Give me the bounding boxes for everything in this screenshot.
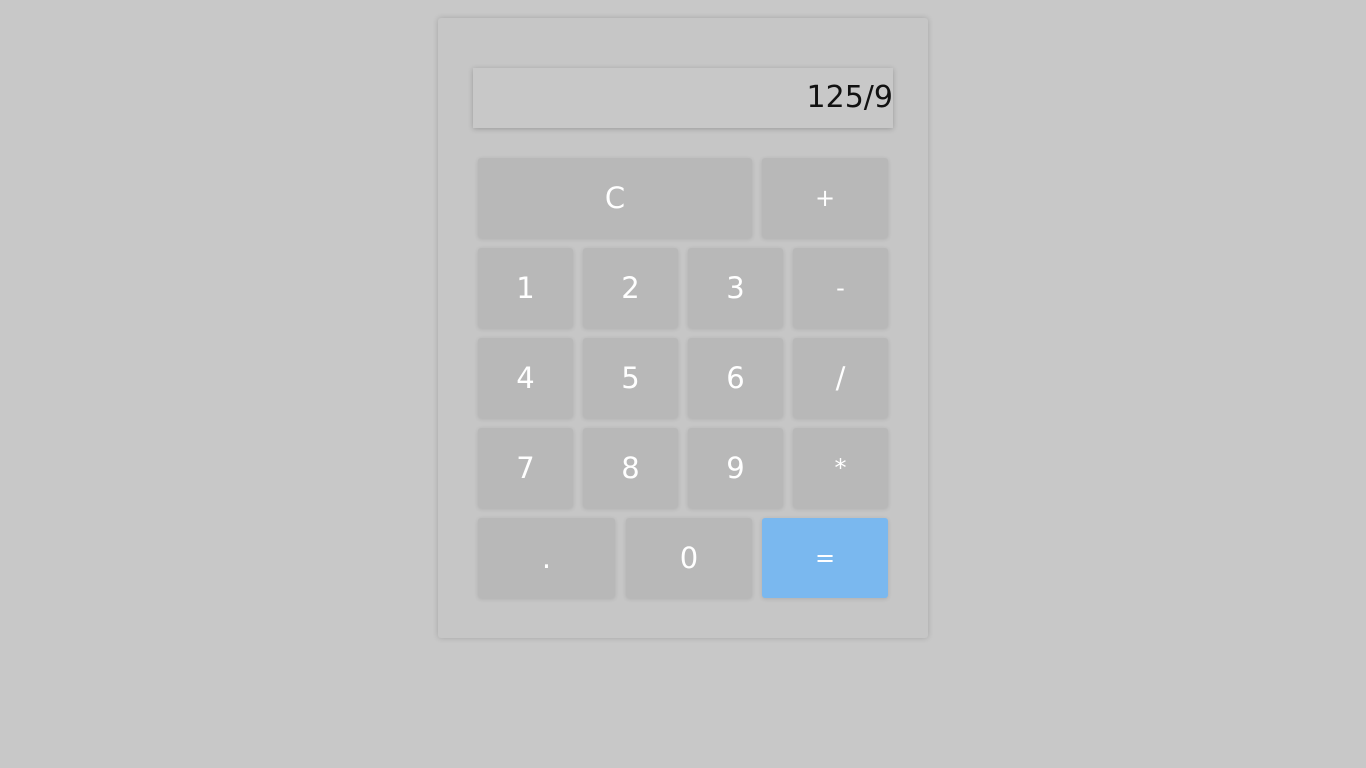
digit-8-button[interactable]: 8 — [583, 428, 678, 508]
digit-3-button[interactable]: 3 — [688, 248, 783, 328]
digit-4-button[interactable]: 4 — [478, 338, 573, 418]
digit-9-button[interactable]: 9 — [688, 428, 783, 508]
multiply-button[interactable]: * — [793, 428, 888, 508]
clear-button[interactable]: C — [478, 158, 752, 238]
plus-button[interactable]: + — [762, 158, 888, 238]
digit-5-button[interactable]: 5 — [583, 338, 678, 418]
divide-button[interactable]: / — [793, 338, 888, 418]
digit-0-button[interactable]: 0 — [626, 518, 752, 598]
minus-button[interactable]: - — [793, 248, 888, 328]
equals-button[interactable]: = — [762, 518, 888, 598]
digit-2-button[interactable]: 2 — [583, 248, 678, 328]
calculator-display[interactable]: 125/9 — [473, 68, 893, 128]
decimal-button[interactable]: . — [478, 518, 615, 598]
digit-6-button[interactable]: 6 — [688, 338, 783, 418]
calculator-panel: 125/9 C + 1 2 3 - 4 5 6 / 7 8 9 * . 0 = — [438, 18, 928, 638]
digit-1-button[interactable]: 1 — [478, 248, 573, 328]
digit-7-button[interactable]: 7 — [478, 428, 573, 508]
